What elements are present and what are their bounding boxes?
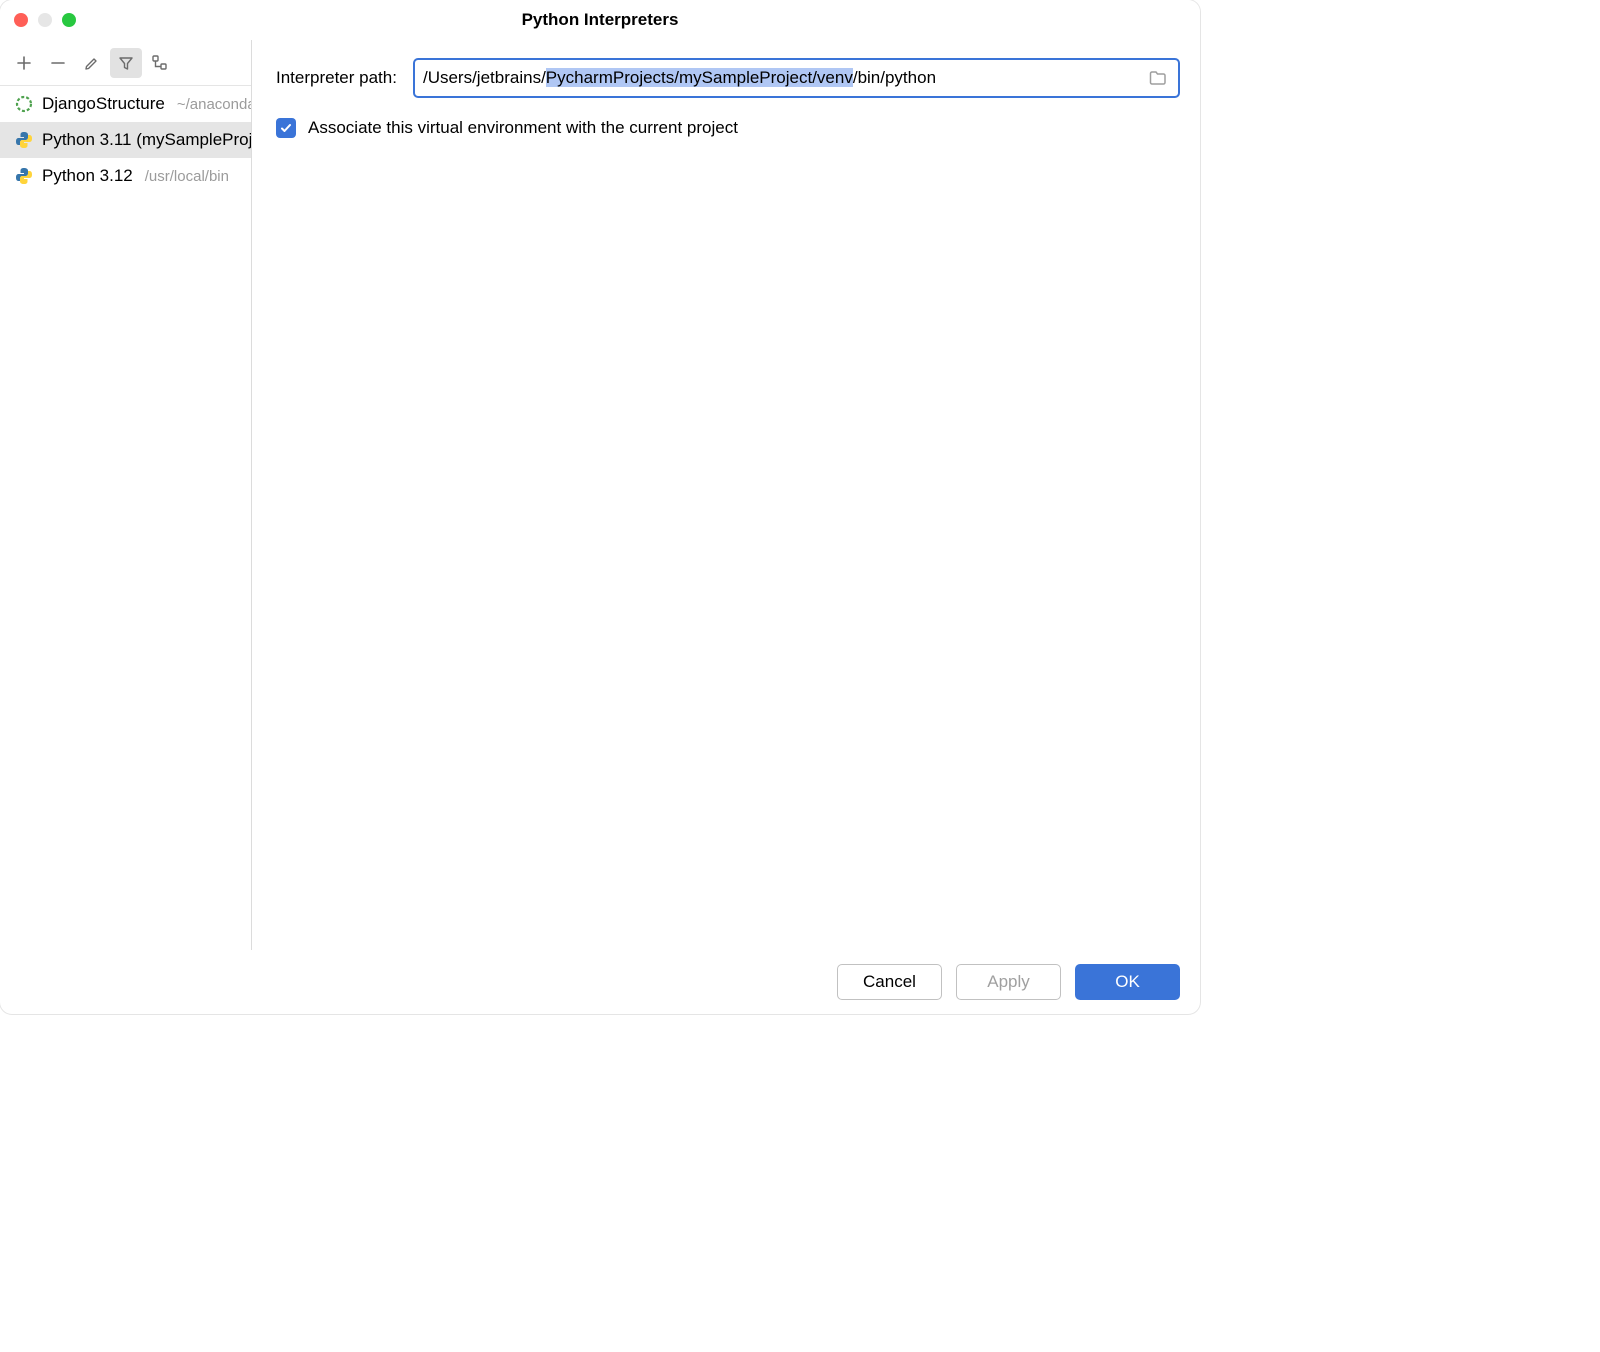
main-panel: Interpreter path: /Users/jetbrains/Pycha… [252,40,1200,950]
minus-icon [50,55,66,71]
interpreter-path-label: Interpreter path: [276,68,397,88]
group-button[interactable] [144,48,176,78]
interpreter-path-hint: ~/anaconda [177,96,251,113]
cancel-button[interactable]: Cancel [837,964,942,1000]
python-icon [14,166,34,186]
interpreter-path-field[interactable]: /Users/jetbrains/PycharmProjects/mySampl… [413,58,1180,98]
interpreter-item[interactable]: Python 3.12 /usr/local/bin [0,158,251,194]
associate-row: Associate this virtual environment with … [276,118,1180,138]
add-interpreter-button[interactable] [8,48,40,78]
associate-label: Associate this virtual environment with … [308,118,738,138]
interpreter-path-hint: /usr/local/bin [145,168,229,185]
folder-icon [1148,68,1168,88]
interpreter-name: Python 3.11 (mySampleProject) [42,130,251,150]
dialog-footer: Cancel Apply OK [0,950,1200,1014]
browse-path-button[interactable] [1146,66,1170,90]
interpreter-path-value: /Users/jetbrains/PycharmProjects/mySampl… [421,68,1146,88]
interpreter-name: Python 3.12 [42,166,133,186]
apply-button[interactable]: Apply [956,964,1061,1000]
remove-interpreter-button[interactable] [42,48,74,78]
interpreter-path-row: Interpreter path: /Users/jetbrains/Pycha… [276,58,1180,98]
sidebar-toolbar [0,40,251,86]
check-icon [279,121,293,135]
sidebar: DjangoStructure ~/anaconda Python 3.11 (… [0,40,252,950]
content: DjangoStructure ~/anaconda Python 3.11 (… [0,40,1200,950]
filter-button[interactable] [110,48,142,78]
filter-icon [118,55,134,71]
edit-interpreter-button[interactable] [76,48,108,78]
interpreter-name: DjangoStructure [42,94,165,114]
interpreter-list: DjangoStructure ~/anaconda Python 3.11 (… [0,86,251,194]
pencil-icon [84,55,100,71]
ok-button[interactable]: OK [1075,964,1180,1000]
tree-icon [151,54,169,72]
window-title: Python Interpreters [0,10,1200,30]
interpreter-item[interactable]: Python 3.11 (mySampleProject) [0,122,251,158]
associate-checkbox[interactable] [276,118,296,138]
plus-icon [16,55,32,71]
interpreter-item[interactable]: DjangoStructure ~/anaconda [0,86,251,122]
python-interpreters-dialog: Python Interpreters [0,0,1200,1014]
titlebar: Python Interpreters [0,0,1200,40]
conda-icon [14,94,34,114]
python-icon [14,130,34,150]
